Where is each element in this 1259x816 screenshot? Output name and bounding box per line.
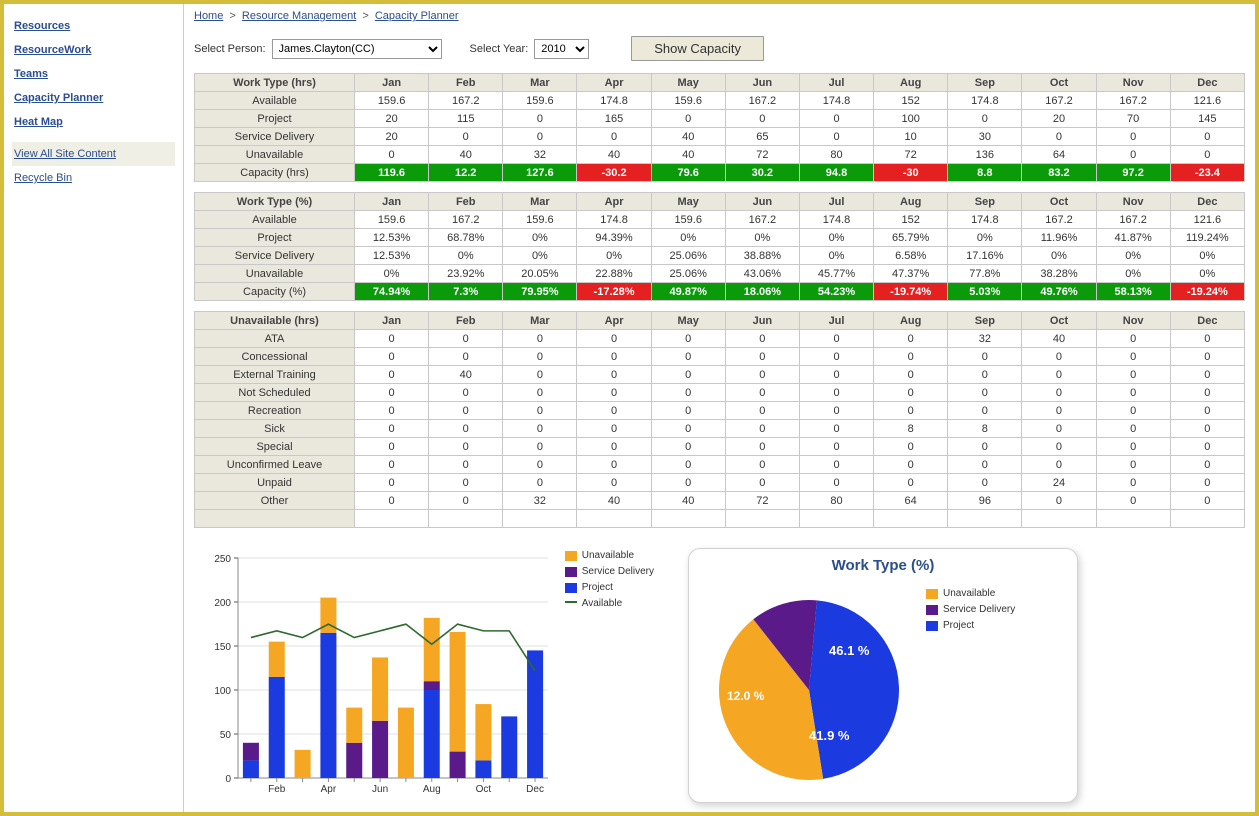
legend-swatch-unavailable — [926, 589, 938, 599]
svg-text:41.9 %: 41.9 % — [809, 728, 850, 743]
filter-bar: Select Person: James.Clayton(CC) Select … — [194, 32, 1245, 73]
select-person[interactable]: James.Clayton(CC) — [272, 39, 442, 59]
svg-text:250: 250 — [214, 554, 231, 565]
nav-resourcework[interactable]: ResourceWork — [12, 38, 175, 62]
select-year[interactable]: 2010 — [534, 39, 589, 59]
main-content: Home > Resource Management > Capacity Pl… — [184, 4, 1255, 812]
svg-text:50: 50 — [220, 730, 232, 741]
legend-swatch-available — [565, 601, 577, 611]
legend-label-project: Project — [943, 619, 974, 633]
breadcrumb: Home > Resource Management > Capacity Pl… — [194, 8, 1245, 32]
sidebar: Resources ResourceWork Teams Capacity Pl… — [4, 4, 184, 812]
table-unavailable-hrs: Unavailable (hrs)JanFebMarAprMayJunJulAu… — [194, 311, 1245, 528]
select-person-label: Select Person: — [194, 43, 266, 55]
svg-text:200: 200 — [214, 598, 231, 609]
breadcrumb-home[interactable]: Home — [194, 10, 223, 22]
legend-swatch-service-delivery — [926, 605, 938, 615]
nav-capacity-planner[interactable]: Capacity Planner — [12, 86, 175, 110]
nav-recycle-bin[interactable]: Recycle Bin — [12, 166, 175, 190]
table-work-type-pct: Work Type (%)JanFebMarAprMayJunJulAugSep… — [194, 192, 1245, 301]
svg-text:Feb: Feb — [268, 784, 286, 795]
svg-text:12.0 %: 12.0 % — [727, 689, 765, 703]
pie-chart-panel: Work Type (%) 46.1 % 41.9 % 12.0 % Unavail… — [688, 548, 1078, 811]
legend-label-service-delivery: Service Delivery — [943, 603, 1015, 617]
legend-label-project: Project — [582, 581, 613, 595]
svg-text:0: 0 — [225, 774, 231, 785]
svg-text:46.1 %: 46.1 % — [829, 643, 870, 658]
svg-text:Jun: Jun — [372, 784, 388, 795]
nav-resources[interactable]: Resources — [12, 14, 175, 38]
legend-swatch-project — [926, 621, 938, 631]
select-year-label: Select Year: — [470, 43, 529, 55]
breadcrumb-capacity-planner[interactable]: Capacity Planner — [375, 10, 459, 22]
legend-swatch-service-delivery — [565, 567, 577, 577]
nav-teams[interactable]: Teams — [12, 62, 175, 86]
bar-chart-legend: Unavailable Service Delivery Project Ava… — [565, 548, 654, 612]
table-work-type-hrs: Work Type (hrs)JanFebMarAprMayJunJulAugS… — [194, 73, 1245, 182]
breadcrumb-resource-management[interactable]: Resource Management — [242, 10, 356, 22]
nav-view-all-site-content[interactable]: View All Site Content — [12, 142, 175, 166]
legend-label-service-delivery: Service Delivery — [582, 565, 654, 579]
svg-text:Apr: Apr — [321, 784, 337, 795]
legend-label-unavailable: Unavailable — [943, 587, 995, 601]
bar-chart-panel: 0 50 100 150 200 250 Feb Apr Jun Aug Oct Dec Unavai… — [198, 548, 658, 811]
legend-swatch-project — [565, 583, 577, 593]
pie-chart-legend: Unavailable Service Delivery Project — [926, 586, 1015, 634]
svg-text:Dec: Dec — [526, 784, 544, 795]
show-capacity-button[interactable]: Show Capacity — [631, 36, 764, 61]
svg-text:100: 100 — [214, 686, 231, 697]
pie-chart-title: Work Type (%) — [699, 557, 1067, 580]
svg-text:Oct: Oct — [476, 784, 492, 795]
nav-heat-map[interactable]: Heat Map — [12, 110, 175, 134]
legend-label-available: Available — [582, 597, 622, 611]
svg-text:Aug: Aug — [423, 784, 441, 795]
svg-text:150: 150 — [214, 642, 231, 653]
legend-swatch-unavailable — [565, 551, 577, 561]
legend-label-unavailable: Unavailable — [582, 549, 634, 563]
